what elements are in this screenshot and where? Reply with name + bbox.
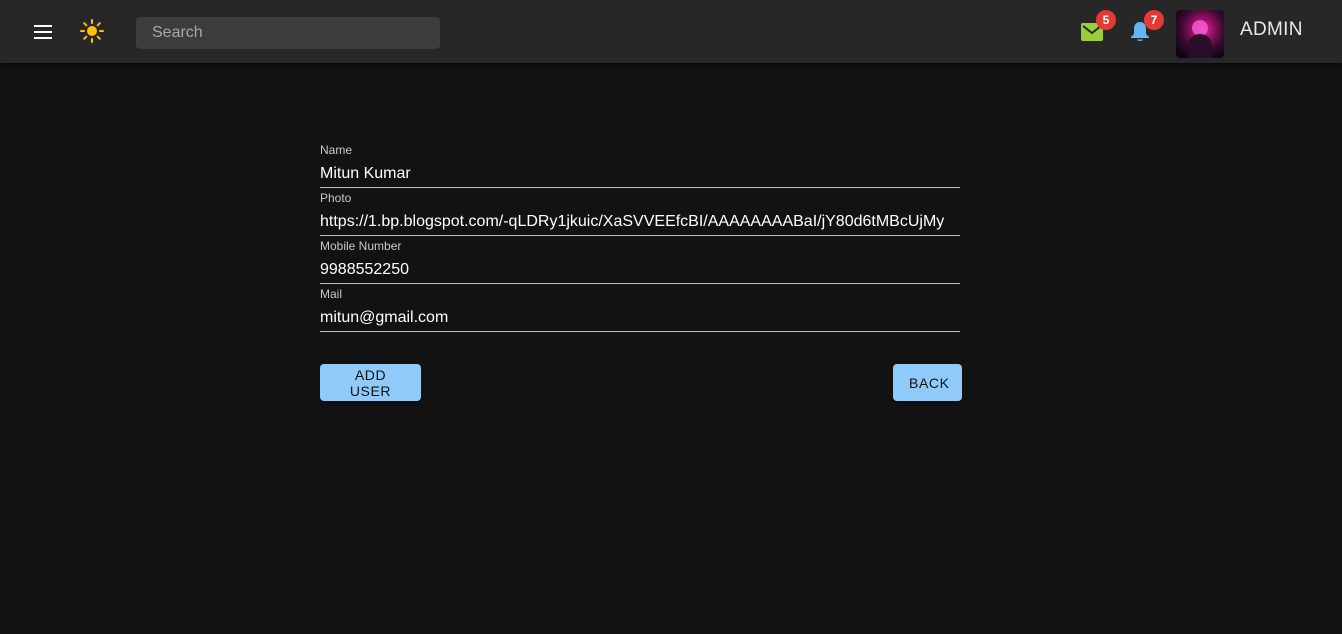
mobile-field: Mobile Number xyxy=(320,236,960,284)
avatar[interactable] xyxy=(1176,10,1224,58)
menu-icon xyxy=(34,25,52,39)
mobile-input[interactable] xyxy=(320,258,960,282)
back-button[interactable]: BACK xyxy=(893,364,962,401)
notification-badge: 7 xyxy=(1144,10,1164,30)
mail-input[interactable] xyxy=(320,306,960,330)
add-user-form: Name Photo Mobile Number Mail xyxy=(320,140,960,332)
user-name: ADMIN xyxy=(1240,19,1303,40)
mail-badge: 5 xyxy=(1096,10,1116,30)
photo-input[interactable] xyxy=(320,210,960,234)
photo-field: Photo xyxy=(320,188,960,236)
name-input[interactable] xyxy=(320,162,960,186)
mail-label: Mail xyxy=(320,287,343,301)
app-bar: 5 7 ADMIN xyxy=(0,0,1342,63)
add-user-button[interactable]: ADD USER xyxy=(320,364,421,401)
sun-icon xyxy=(80,19,104,43)
menu-button[interactable] xyxy=(30,18,58,46)
mail-field: Mail xyxy=(320,284,960,332)
theme-toggle-button[interactable] xyxy=(78,17,106,45)
name-field: Name xyxy=(320,140,960,188)
notifications-button[interactable]: 7 xyxy=(1124,10,1164,48)
search-input[interactable] xyxy=(136,17,440,49)
avatar-body xyxy=(1188,34,1212,58)
mobile-label: Mobile Number xyxy=(320,239,402,253)
mail-button[interactable]: 5 xyxy=(1076,10,1116,48)
photo-label: Photo xyxy=(320,191,352,205)
name-label: Name xyxy=(320,143,353,157)
